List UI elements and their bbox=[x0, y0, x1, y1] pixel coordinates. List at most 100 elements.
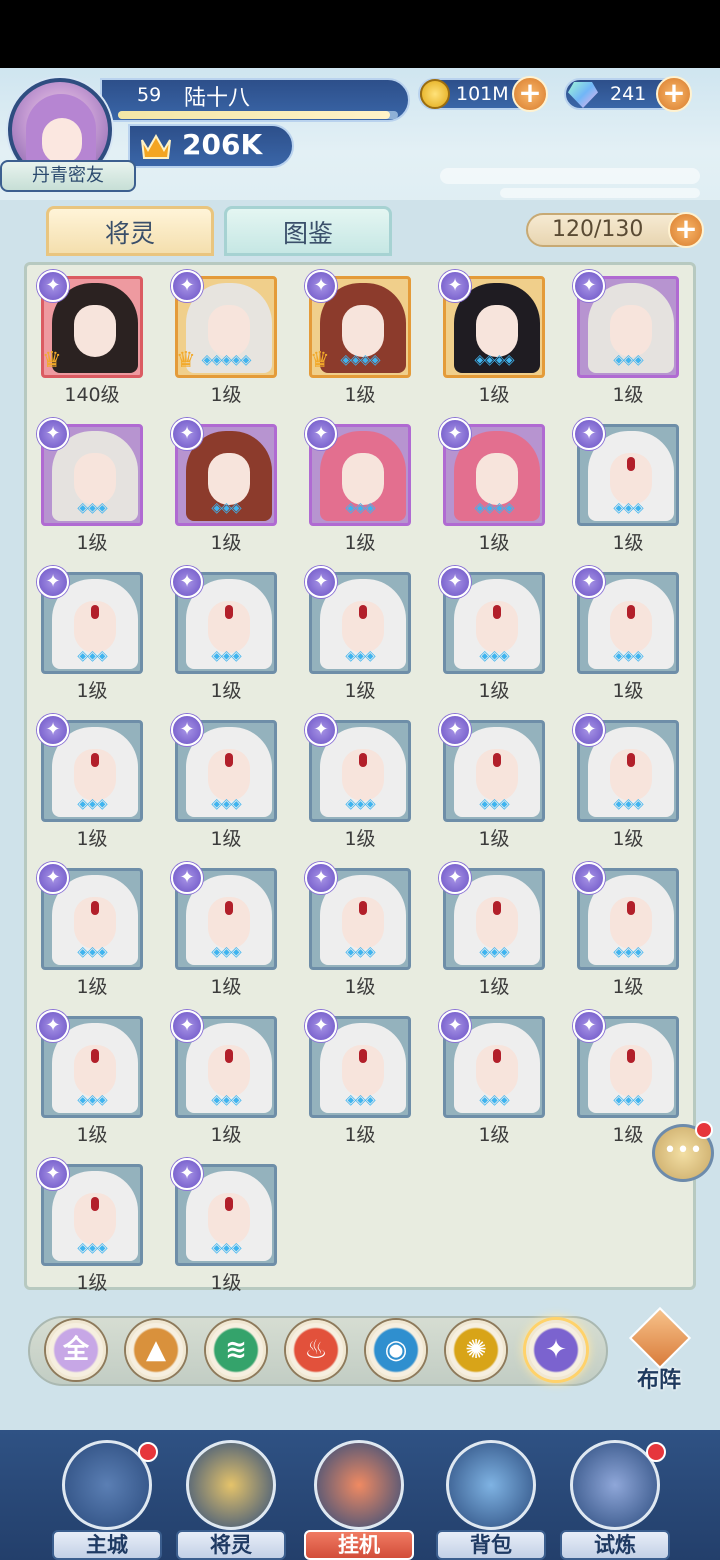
add-gold-button[interactable]: + bbox=[512, 76, 548, 112]
shadow-element-icon: ✦ bbox=[37, 714, 69, 746]
hero-level: 1级 bbox=[478, 384, 510, 406]
forehead-mark bbox=[627, 605, 635, 619]
shadow-element-icon: ✦ bbox=[305, 270, 337, 302]
hero-star-rating: ◈◈◈ bbox=[77, 1092, 107, 1108]
swords-icon bbox=[314, 1440, 404, 1530]
filter-wind-button[interactable]: ≋ bbox=[206, 1320, 266, 1380]
hero-level: 1级 bbox=[210, 532, 242, 554]
hero-level: 1级 bbox=[478, 532, 510, 554]
crown-icon: ♛ bbox=[176, 348, 196, 373]
hero-portrait-face bbox=[342, 453, 384, 505]
wind-icon: ≋ bbox=[225, 1335, 247, 1365]
shadow-element-icon: ✦ bbox=[171, 1010, 203, 1042]
filter-mountain-button[interactable]: ▲ bbox=[126, 1320, 186, 1380]
shadow-element-icon: ✦ bbox=[305, 862, 337, 894]
hero-star-rating: ◈◈◈ bbox=[211, 648, 241, 664]
forehead-mark bbox=[359, 901, 367, 915]
hero-portrait-face bbox=[342, 305, 384, 357]
expand-capacity-button[interactable]: + bbox=[668, 212, 704, 248]
hero-star-rating: ◈◈◈ bbox=[211, 944, 241, 960]
hero-star-rating: ◈◈◈ bbox=[345, 796, 375, 812]
hero-portrait-face bbox=[74, 305, 116, 357]
player-level: 59 bbox=[137, 84, 162, 106]
mountain-icon: ▲ bbox=[146, 1335, 166, 1365]
flag-icon bbox=[628, 1306, 692, 1370]
forehead-mark bbox=[91, 605, 99, 619]
hero-level: 1级 bbox=[478, 680, 510, 702]
hero-star-rating: ◈◈◈ bbox=[613, 1092, 643, 1108]
chat-bubble-icon: ••• bbox=[663, 1138, 703, 1163]
nav-label: 背包 bbox=[436, 1530, 546, 1560]
chat-button[interactable]: ••• bbox=[652, 1121, 714, 1182]
hero-star-rating: ◈◈◈ bbox=[211, 500, 241, 516]
forehead-mark bbox=[91, 901, 99, 915]
filter-fire-button[interactable]: ♨ bbox=[286, 1320, 346, 1380]
notification-dot bbox=[695, 1121, 713, 1139]
shadow-element-icon: ✦ bbox=[37, 270, 69, 302]
nav-bag[interactable]: 背包 bbox=[436, 1440, 546, 1560]
shadow-element-icon: ✦ bbox=[573, 270, 605, 302]
hero-level: 1级 bbox=[344, 828, 376, 850]
shadow-element-icon: ✦ bbox=[573, 566, 605, 598]
fire-icon: ♨ bbox=[304, 1335, 328, 1365]
hero-level: 1级 bbox=[344, 1124, 376, 1146]
hero-star-rating: ◈◈◈ bbox=[77, 1240, 107, 1256]
shadow-element-icon: ✦ bbox=[573, 1010, 605, 1042]
shadow-element-icon: ✦ bbox=[439, 862, 471, 894]
shadow-element-icon: ✦ bbox=[439, 1010, 471, 1042]
nav-castle[interactable]: 主城 bbox=[52, 1440, 162, 1560]
water-icon: ◉ bbox=[384, 1335, 408, 1365]
hero-level: 1级 bbox=[210, 828, 242, 850]
forehead-mark bbox=[493, 901, 501, 915]
shadow-icon: ✦ bbox=[545, 1335, 567, 1365]
player-name: 陆十八 bbox=[184, 86, 251, 111]
hero-level: 1级 bbox=[344, 384, 376, 406]
shadow-element-icon: ✦ bbox=[305, 714, 337, 746]
shadow-element-icon: ✦ bbox=[305, 566, 337, 598]
hero-portrait-face bbox=[476, 305, 518, 357]
hero-level: 1级 bbox=[612, 828, 644, 850]
shadow-element-icon: ✦ bbox=[171, 1158, 203, 1190]
hero-portrait-face bbox=[476, 453, 518, 505]
forehead-mark bbox=[225, 901, 233, 915]
hero-star-rating: ◈◈◈ bbox=[77, 944, 107, 960]
hero-level: 1级 bbox=[478, 828, 510, 850]
nav-helmet[interactable]: 将灵 bbox=[176, 1440, 286, 1560]
hero-star-rating: ◈◈◈ bbox=[613, 796, 643, 812]
filter-shadow-button[interactable]: ✦ bbox=[526, 1320, 586, 1380]
tab-heroes[interactable]: 将灵 bbox=[46, 206, 214, 256]
bag-icon bbox=[446, 1440, 536, 1530]
hero-level: 1级 bbox=[210, 680, 242, 702]
formation-button[interactable]: 布阵 bbox=[624, 1306, 694, 1393]
hero-star-rating: ◈◈◈ bbox=[479, 648, 509, 664]
hero-star-rating: ◈◈◈ bbox=[345, 500, 375, 516]
shadow-element-icon: ✦ bbox=[305, 1010, 337, 1042]
nav-swords[interactable]: 挂机 bbox=[304, 1440, 414, 1560]
hero-level: 1级 bbox=[478, 976, 510, 998]
shadow-element-icon: ✦ bbox=[573, 862, 605, 894]
forehead-mark bbox=[359, 753, 367, 767]
filter-all-button[interactable]: 全 bbox=[46, 1320, 106, 1380]
gem-value: 241 bbox=[610, 83, 647, 105]
hero-star-rating: ◈◈◈ bbox=[77, 500, 107, 516]
all-icon: 全 bbox=[62, 1335, 89, 1365]
power-value: 206K bbox=[182, 128, 263, 161]
shadow-element-icon: ✦ bbox=[439, 418, 471, 450]
add-gem-button[interactable]: + bbox=[656, 76, 692, 112]
hero-level: 1级 bbox=[344, 976, 376, 998]
nav-banner[interactable]: 试炼 bbox=[560, 1440, 670, 1560]
hero-portrait-face bbox=[208, 305, 250, 357]
shadow-element-icon: ✦ bbox=[37, 418, 69, 450]
hero-star-rating: ◈◈◈◈ bbox=[474, 500, 514, 516]
helmet-icon bbox=[186, 1440, 276, 1530]
hero-level: 1级 bbox=[76, 680, 108, 702]
hero-star-rating: ◈◈◈ bbox=[211, 796, 241, 812]
hero-star-rating: ◈◈◈ bbox=[613, 944, 643, 960]
filter-light-button[interactable]: ✺ bbox=[446, 1320, 506, 1380]
title-badge[interactable]: 丹青密友 bbox=[0, 160, 136, 192]
hero-star-rating: ◈◈◈ bbox=[211, 1092, 241, 1108]
tab-collection[interactable]: 图鉴 bbox=[224, 206, 392, 256]
hero-level: 1级 bbox=[344, 680, 376, 702]
status-bar bbox=[0, 0, 720, 68]
filter-water-button[interactable]: ◉ bbox=[366, 1320, 426, 1380]
